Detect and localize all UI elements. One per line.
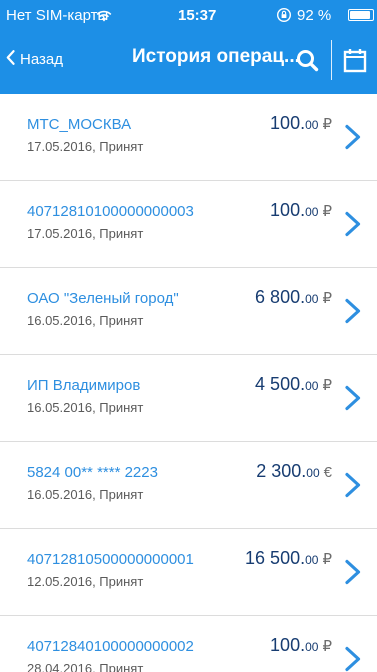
operation-name: 40712840100000000002 — [27, 638, 194, 655]
operation-row[interactable]: ОАО "Зеленый город" 16.05.2016, Принят 6… — [0, 268, 377, 355]
header: Нет SIM-карты 15:37 92 % Назад История о… — [0, 0, 377, 94]
operation-amount: 16 500. 00 ₽ — [245, 548, 332, 569]
nav-divider — [331, 40, 332, 80]
operation-meta: 16.05.2016, Принят — [27, 400, 144, 415]
operation-row[interactable]: 5824 00** **** 2223 16.05.2016, Принят 2… — [0, 442, 377, 529]
amount-whole: 100. — [270, 635, 306, 655]
battery-percent: 92 % — [297, 7, 332, 24]
battery-icon — [348, 9, 374, 21]
currency-sign: ₽ — [322, 116, 332, 133]
amount-whole: 100. — [270, 200, 306, 220]
chevron-right-icon[interactable] — [343, 211, 363, 237]
status-bar: Нет SIM-карты 15:37 92 % — [0, 0, 377, 30]
chevron-right-icon[interactable] — [343, 472, 363, 498]
operation-amount: 4 500. 00 ₽ — [255, 374, 332, 395]
operation-name: 40712810500000000001 — [27, 551, 194, 568]
page-title: История операц... — [132, 46, 300, 67]
amount-fraction: 00 — [305, 292, 319, 306]
operation-meta: 17.05.2016, Принят — [27, 139, 144, 154]
nav-bar: Назад История операц... — [0, 30, 377, 94]
operation-row[interactable]: МТС_МОСКВА 17.05.2016, Принят 100. 00 ₽ — [0, 94, 377, 181]
search-icon — [293, 50, 323, 80]
search-button[interactable] — [293, 46, 323, 76]
calendar-icon — [340, 49, 370, 80]
operation-row[interactable]: 40712840100000000002 28.04.2016, Принят … — [0, 616, 377, 672]
operation-row[interactable]: 40712810100000000003 17.05.2016, Принят … — [0, 181, 377, 268]
chevron-right-icon[interactable] — [343, 124, 363, 150]
operation-name: ИП Владимиров — [27, 377, 141, 394]
operation-name: ОАО "Зеленый город" — [27, 290, 179, 307]
operation-amount: 100. 00 ₽ — [270, 635, 332, 656]
currency-sign: ₽ — [322, 290, 332, 307]
currency-sign: ₽ — [322, 551, 332, 568]
chevron-right-icon[interactable] — [343, 298, 363, 324]
amount-fraction: 00 — [305, 640, 319, 654]
amount-fraction: 00 — [305, 379, 319, 393]
amount-fraction: 00 — [305, 118, 319, 132]
amount-fraction: 00 — [305, 205, 319, 219]
operation-meta: 16.05.2016, Принят — [27, 487, 144, 502]
operation-amount: 100. 00 ₽ — [270, 113, 332, 134]
operations-list: МТС_МОСКВА 17.05.2016, Принят 100. 00 ₽ 40… — [0, 94, 377, 672]
amount-whole: 100. — [270, 113, 306, 133]
currency-sign: ₽ — [322, 638, 332, 655]
operation-name: МТС_МОСКВА — [27, 116, 132, 133]
calendar-button[interactable] — [340, 46, 370, 76]
operation-amount: 6 800. 00 ₽ — [255, 287, 332, 308]
operation-row[interactable]: ИП Владимиров 16.05.2016, Принят 4 500. 0… — [0, 355, 377, 442]
amount-whole: 4 500. — [255, 374, 306, 394]
operation-name: 5824 00** **** 2223 — [27, 464, 158, 481]
currency-sign: € — [323, 464, 332, 481]
wifi-icon — [96, 9, 112, 26]
currency-sign: ₽ — [322, 203, 332, 220]
operation-meta: 12.05.2016, Принят — [27, 574, 144, 589]
amount-fraction: 00 — [305, 553, 319, 567]
chevron-left-icon — [6, 50, 15, 69]
amount-whole: 2 300. — [256, 461, 307, 481]
operation-amount: 2 300. 00 € — [256, 461, 332, 482]
operation-meta: 16.05.2016, Принят — [27, 313, 144, 328]
amount-whole: 16 500. — [245, 548, 306, 568]
chevron-right-icon[interactable] — [343, 559, 363, 585]
operation-amount: 100. 00 ₽ — [270, 200, 332, 221]
amount-fraction: 00 — [306, 466, 320, 480]
back-button[interactable]: Назад — [6, 50, 63, 69]
amount-whole: 6 800. — [255, 287, 306, 307]
orientation-lock-icon — [276, 7, 292, 26]
chevron-right-icon[interactable] — [343, 385, 363, 411]
operation-meta: 17.05.2016, Принят — [27, 226, 144, 241]
carrier-label: Нет SIM-карты — [6, 7, 109, 24]
operation-meta: 28.04.2016, Принят — [27, 661, 144, 672]
clock: 15:37 — [178, 7, 217, 24]
operation-name: 40712810100000000003 — [27, 203, 194, 220]
back-label: Назад — [20, 51, 63, 68]
currency-sign: ₽ — [322, 377, 332, 394]
chevron-right-icon[interactable] — [343, 646, 363, 672]
operation-row[interactable]: 40712810500000000001 12.05.2016, Принят … — [0, 529, 377, 616]
